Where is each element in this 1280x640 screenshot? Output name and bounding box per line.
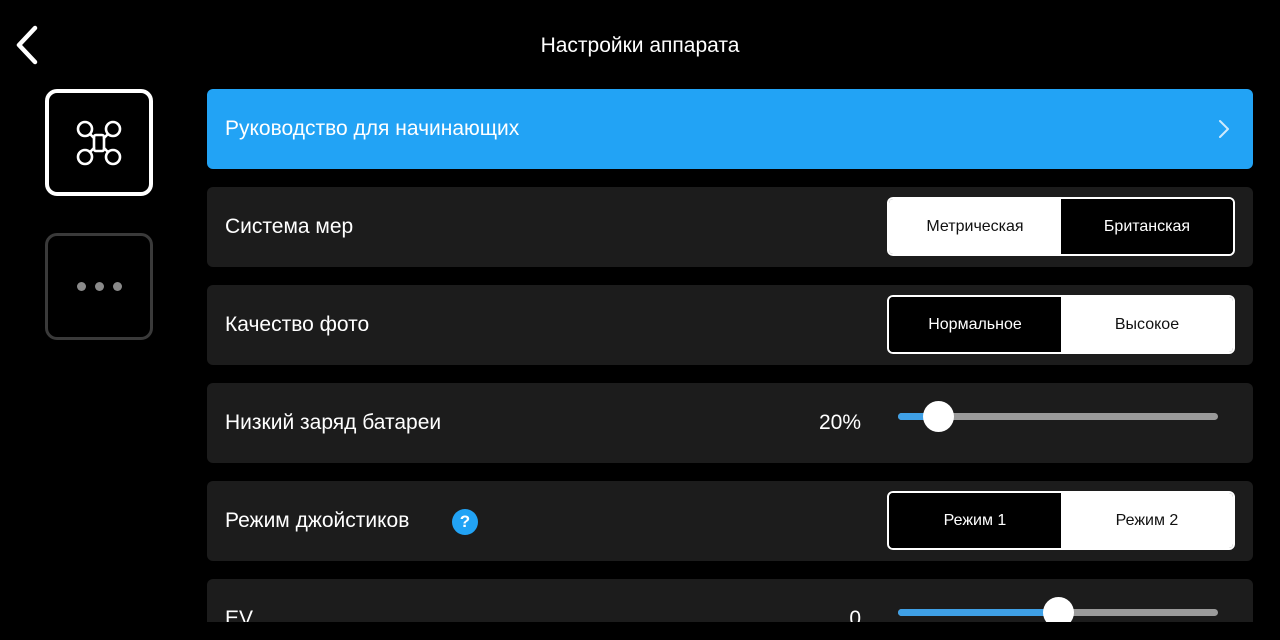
low-battery-slider[interactable] bbox=[898, 401, 1218, 432]
chevron-right-icon bbox=[1219, 120, 1229, 138]
ev-row: EV 0 bbox=[207, 579, 1253, 622]
low-battery-row: Низкий заряд батареи 20% bbox=[207, 383, 1253, 463]
sidebar-tab-drone[interactable] bbox=[45, 89, 153, 196]
dot bbox=[112, 282, 122, 291]
photo-quality-option-normal[interactable]: Нормальное bbox=[889, 297, 1061, 352]
units-option-imperial[interactable]: Британская bbox=[1061, 199, 1233, 254]
beginner-guide-label: Руководство для начинающих bbox=[225, 117, 520, 140]
stick-mode-row: Режим джойстиков ? Режим 1 Режим 2 bbox=[207, 481, 1253, 561]
units-row: Система мер Метрическая Британская bbox=[207, 187, 1253, 267]
help-icon[interactable]: ? bbox=[452, 509, 478, 535]
photo-quality-row: Качество фото Нормальное Высокое bbox=[207, 285, 1253, 365]
low-battery-slider-thumb[interactable] bbox=[923, 401, 954, 432]
drone-icon bbox=[76, 120, 122, 165]
stick-mode-option-2[interactable]: Режим 2 bbox=[1061, 493, 1233, 548]
more-dots-icon bbox=[76, 282, 122, 291]
photo-quality-option-high[interactable]: Высокое bbox=[1061, 297, 1233, 352]
units-label: Система мер bbox=[225, 215, 354, 238]
units-segmented-control[interactable]: Метрическая Британская bbox=[887, 197, 1235, 256]
low-battery-label: Низкий заряд батареи bbox=[225, 411, 442, 434]
photo-quality-label: Качество фото bbox=[225, 313, 370, 336]
ev-slider-thumb[interactable] bbox=[1043, 597, 1074, 622]
page-title: Настройки аппарата bbox=[540, 34, 740, 57]
stick-mode-segmented-control[interactable]: Режим 1 Режим 2 bbox=[887, 491, 1235, 550]
photo-quality-segmented-control[interactable]: Нормальное Высокое bbox=[887, 295, 1235, 354]
units-option-metric[interactable]: Метрическая bbox=[889, 199, 1061, 254]
low-battery-value: 20% bbox=[818, 411, 861, 434]
ev-slider-fill bbox=[898, 609, 1058, 616]
stick-mode-option-1[interactable]: Режим 1 bbox=[889, 493, 1061, 548]
settings-list[interactable]: Руководство для начинающих Система мер М… bbox=[207, 89, 1253, 622]
vehicle-settings-screen: Настройки аппарата Руководство для начин… bbox=[0, 0, 1280, 640]
ev-label: EV bbox=[225, 607, 254, 622]
beginner-guide-row[interactable]: Руководство для начинающих bbox=[207, 89, 1253, 169]
stick-mode-label: Режим джойстиков bbox=[225, 509, 410, 532]
ev-value: 0 bbox=[849, 607, 861, 622]
sidebar-tab-more[interactable] bbox=[45, 233, 153, 340]
ev-slider[interactable] bbox=[898, 597, 1218, 622]
dot bbox=[94, 282, 104, 291]
dot bbox=[76, 282, 86, 291]
